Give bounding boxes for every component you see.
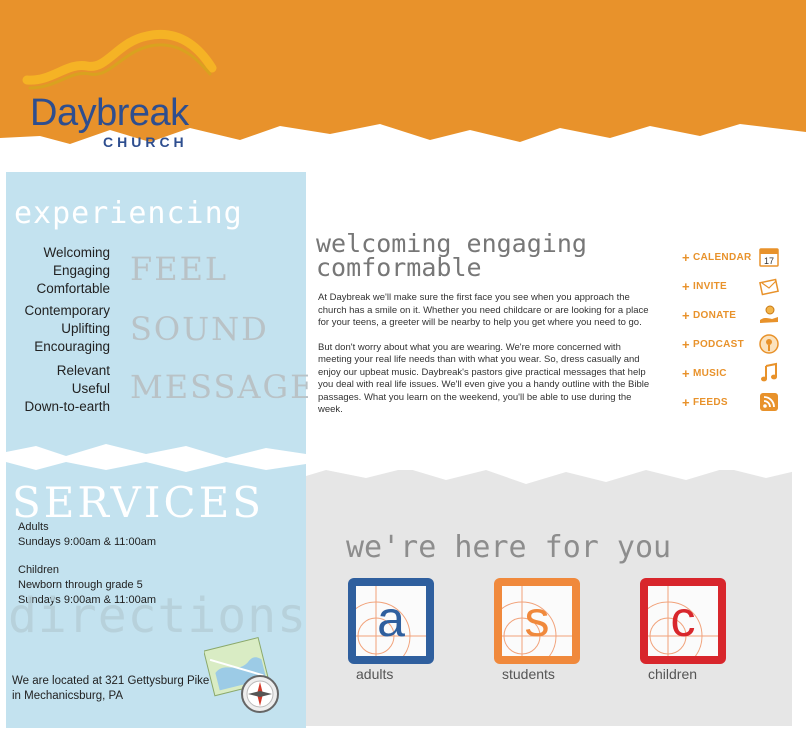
location-line: We are located at 321 Gettysburg Pike: [12, 675, 210, 687]
here-for-you-heading: we're here for you: [346, 530, 672, 565]
link-label: INVITE: [693, 281, 728, 292]
link-label: CALENDAR: [693, 252, 752, 263]
students-letter: s: [524, 591, 550, 647]
plus-icon: +: [682, 395, 690, 410]
plus-icon: +: [682, 337, 690, 352]
intro-heading: welcoming engaging comformable: [316, 231, 587, 282]
sound-big-word: SOUND: [130, 310, 269, 348]
grey-torn-edge: [306, 460, 800, 484]
music-icon: [761, 362, 777, 382]
sound-word: Contemporary: [24, 303, 110, 318]
podcast-icon: [759, 334, 779, 354]
rss-feed-icon: [760, 393, 778, 411]
feel-big-word: FEEL: [130, 250, 229, 288]
intro-paragraph: At Daybreak we'll make sure the first fa…: [318, 292, 649, 328]
feel-word: Welcoming: [43, 245, 110, 260]
map-compass-icon[interactable]: [204, 632, 286, 718]
link-donate[interactable]: + DONATE: [682, 304, 782, 330]
children-caption: children: [648, 666, 698, 682]
feel-word: Comfortable: [36, 281, 110, 296]
audience-children[interactable]: c children: [640, 578, 730, 688]
brand-subtitle: CHURCH: [103, 134, 188, 150]
adults-caption: adults: [356, 666, 394, 682]
feel-words: Welcoming Engaging Comfortable: [36, 244, 110, 298]
intro-heading-line: comformable: [316, 253, 482, 282]
link-label: MUSIC: [693, 368, 727, 379]
link-label: PODCAST: [693, 339, 744, 350]
adults-label: Adults: [18, 521, 49, 533]
sunrise-logo-icon: [22, 30, 217, 90]
plus-icon: +: [682, 308, 690, 323]
experience-row-sound: Contemporary Uplifting Encouraging SOUND: [14, 302, 304, 362]
link-invite[interactable]: + INVITE: [682, 275, 782, 301]
invite-icon: [759, 278, 779, 296]
link-podcast[interactable]: + PODCAST: [682, 333, 782, 359]
audience-students[interactable]: s students: [494, 578, 584, 688]
students-caption: students: [502, 666, 555, 682]
link-label: DONATE: [693, 310, 737, 321]
message-words: Relevant Useful Down-to-earth: [24, 362, 110, 416]
brand-name: Daybreak: [30, 92, 189, 134]
plus-icon: +: [682, 366, 690, 381]
sound-word: Encouraging: [34, 339, 110, 354]
plus-icon: +: [682, 279, 690, 294]
audience-adults[interactable]: a adults: [348, 578, 438, 688]
feel-word: Engaging: [52, 263, 110, 278]
experience-row-message: Relevant Useful Down-to-earth MESSAGE: [14, 362, 313, 422]
message-word: Useful: [71, 381, 110, 396]
link-calendar[interactable]: + CALENDAR 17: [682, 246, 782, 272]
intro-body: At Daybreak we'll make sure the first fa…: [318, 292, 650, 429]
left-torn-edge: [6, 444, 306, 472]
link-label: FEEDS: [693, 397, 728, 408]
link-music[interactable]: + MUSIC: [682, 362, 782, 388]
message-word: Down-to-earth: [24, 399, 110, 414]
experience-row-feel: Welcoming Engaging Comfortable FEEL: [14, 244, 304, 304]
link-feeds[interactable]: + FEEDS: [682, 391, 782, 417]
sound-word: Uplifting: [61, 321, 110, 336]
intro-paragraph: But don't worry about what you are weari…: [318, 341, 650, 416]
location-line: in Mechanicsburg, PA: [12, 690, 124, 702]
location-text: We are located at 321 Gettysburg Pike in…: [12, 674, 209, 704]
adults-letter: a: [377, 591, 405, 647]
message-big-word: MESSAGE: [130, 368, 316, 406]
calendar-day: 17: [764, 256, 774, 266]
donate-icon: [760, 305, 778, 323]
adults-service-info: Adults Sundays 9:00am & 11:00am: [18, 520, 156, 550]
children-label: Children: [18, 564, 59, 576]
adults-times: Sundays 9:00am & 11:00am: [18, 536, 156, 548]
experiencing-heading: experiencing: [14, 196, 243, 231]
children-letter: c: [670, 591, 696, 647]
plus-icon: +: [682, 250, 690, 265]
message-word: Relevant: [56, 363, 110, 378]
sound-words: Contemporary Uplifting Encouraging: [24, 302, 110, 356]
calendar-icon: 17: [759, 248, 779, 267]
